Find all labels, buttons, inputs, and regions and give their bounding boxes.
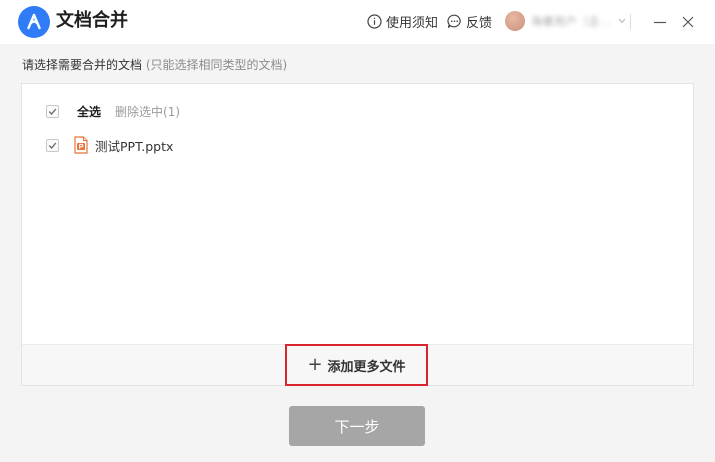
info-icon bbox=[367, 13, 382, 29]
instruction-hint: (只能选择相同类型的文档) bbox=[145, 58, 288, 72]
instruction-main: 请选择需要合并的文档 bbox=[22, 58, 143, 72]
instruction-text: 请选择需要合并的文档 (只能选择相同类型的文档) bbox=[22, 57, 287, 73]
minimize-button[interactable] bbox=[650, 12, 670, 32]
next-step-button[interactable]: 下一步 bbox=[289, 406, 425, 446]
header-divider bbox=[630, 14, 631, 30]
avatar bbox=[505, 11, 525, 31]
file-checkbox[interactable] bbox=[46, 138, 59, 152]
pptx-file-icon bbox=[74, 136, 88, 154]
chat-bubble-icon bbox=[447, 14, 461, 28]
chevron-down-icon bbox=[618, 18, 626, 24]
add-more-files-label: 添加更多文件 bbox=[327, 359, 406, 375]
feedback-button[interactable]: 反馈 bbox=[447, 11, 492, 31]
file-list-item[interactable]: 测试PPT.pptx bbox=[46, 135, 173, 155]
checkmark-icon bbox=[48, 108, 57, 115]
delete-selected-link[interactable]: 删除选中(1) bbox=[115, 103, 180, 120]
file-panel-footer: + 添加更多文件 bbox=[22, 344, 693, 386]
feedback-label: 反馈 bbox=[466, 15, 493, 31]
user-menu[interactable]: 海螺用户（企... bbox=[505, 10, 626, 32]
user-name: 海螺用户（企... bbox=[531, 15, 612, 28]
close-icon bbox=[682, 16, 694, 28]
help-label: 使用须知 bbox=[386, 15, 439, 31]
select-all-checkbox[interactable] bbox=[46, 104, 59, 118]
help-button[interactable]: 使用须知 bbox=[367, 11, 438, 31]
title-bar: 文档合并 使用须知 反馈 海螺用户（企... bbox=[0, 0, 715, 44]
add-more-files-button[interactable]: + 添加更多文件 bbox=[285, 344, 428, 386]
checkmark-icon bbox=[48, 142, 57, 149]
close-button[interactable] bbox=[678, 12, 698, 32]
select-all-row: 全选 删除选中(1) bbox=[46, 101, 180, 121]
plus-icon: + bbox=[307, 354, 323, 375]
minimize-icon bbox=[654, 21, 666, 24]
app-title: 文档合并 bbox=[56, 10, 128, 31]
file-list-panel: 全选 删除选中(1) 测试PPT.pptx + 添加更多文件 bbox=[21, 83, 694, 386]
select-all-label: 全选 bbox=[77, 104, 102, 119]
file-name: 测试PPT.pptx bbox=[95, 138, 174, 154]
app-logo-icon bbox=[18, 6, 50, 38]
